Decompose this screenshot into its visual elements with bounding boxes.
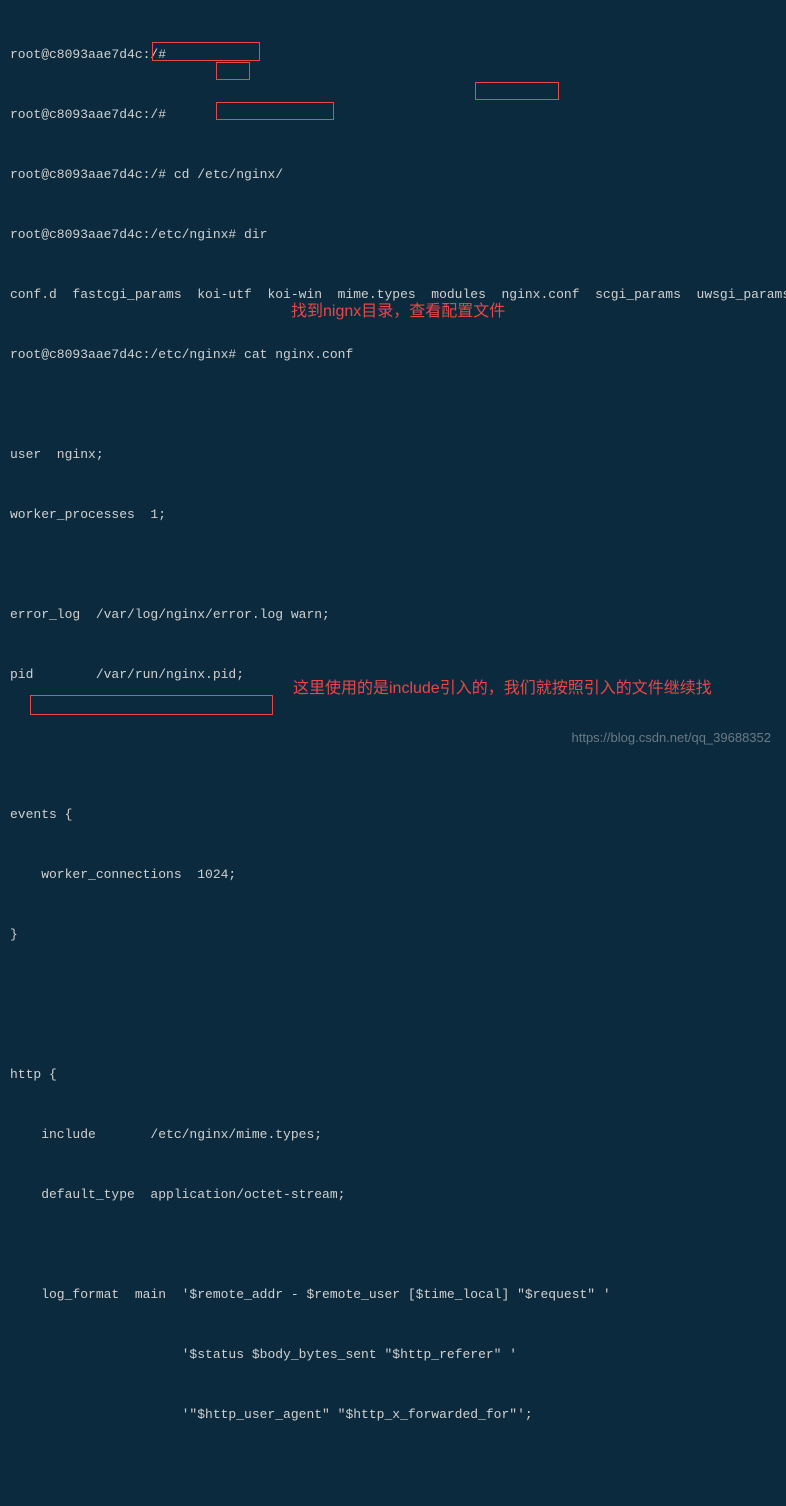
terminal-output[interactable]: root@c8093aae7d4c:/# root@c8093aae7d4c:/… [10, 5, 776, 1506]
prompt-line: root@c8093aae7d4c:/etc/nginx# cat nginx.… [10, 345, 776, 365]
config-line: access_log /var/log/nginx/access.log mai… [10, 1505, 776, 1506]
watermark: https://blog.csdn.net/qq_39688352 [572, 730, 772, 745]
prompt-line: root@c8093aae7d4c:/# [10, 105, 776, 125]
config-line: include /etc/nginx/mime.types; [10, 1125, 776, 1145]
prompt-line: root@c8093aae7d4c:/etc/nginx# dir [10, 225, 776, 245]
config-line: '"$http_user_agent" "$http_x_forwarded_f… [10, 1405, 776, 1425]
config-line: log_format main '$remote_addr - $remote_… [10, 1285, 776, 1305]
config-line: http { [10, 1065, 776, 1085]
config-line: error_log /var/log/nginx/error.log warn; [10, 605, 776, 625]
config-line: worker_processes 1; [10, 505, 776, 525]
command: dir [244, 227, 267, 242]
config-line: events { [10, 805, 776, 825]
command: cat nginx.conf [244, 347, 353, 362]
prompt: root@c8093aae7d4c:/etc/nginx# [10, 227, 244, 242]
config-line: worker_connections 1024; [10, 865, 776, 885]
dir-output: conf.d fastcgi_params koi-utf koi-win mi… [10, 285, 776, 305]
prompt-line: root@c8093aae7d4c:/# cd /etc/nginx/ [10, 165, 776, 185]
config-line: pid /var/run/nginx.pid; [10, 665, 776, 685]
config-line: user nginx; [10, 445, 776, 465]
config-line: '$status $body_bytes_sent "$http_referer… [10, 1345, 776, 1365]
config-line: } [10, 925, 776, 945]
prompt-line: root@c8093aae7d4c:/# [10, 45, 776, 65]
prompt: root@c8093aae7d4c:/etc/nginx# [10, 347, 244, 362]
config-line: default_type application/octet-stream; [10, 1185, 776, 1205]
prompt: root@c8093aae7d4c:/# [10, 167, 174, 182]
command: cd /etc/nginx/ [174, 167, 283, 182]
